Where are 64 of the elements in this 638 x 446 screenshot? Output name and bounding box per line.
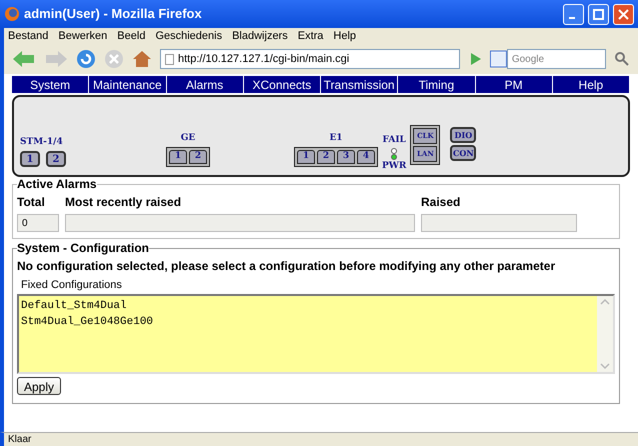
minimize-button[interactable] [563, 4, 584, 24]
menu-item[interactable]: Help [333, 28, 356, 44]
reload-icon[interactable] [76, 49, 96, 69]
configuration-list[interactable]: Default_Stm4Dual Stm4Dual_Ge1048Ge100 [17, 294, 615, 374]
jack-port[interactable]: 2 [189, 150, 207, 164]
back-arrow-icon[interactable] [12, 50, 36, 68]
scrollbar[interactable] [597, 296, 613, 372]
status-bar: Klaar [0, 432, 638, 446]
nav-tab[interactable]: Maintenance [89, 76, 166, 93]
maximize-icon [593, 8, 604, 20]
close-button[interactable] [613, 4, 634, 24]
nav-tab[interactable]: XConnects [244, 76, 321, 93]
scroll-down-icon[interactable] [600, 362, 610, 370]
port-button[interactable]: 1 [20, 151, 40, 167]
jack-port[interactable]: 4 [357, 150, 375, 164]
address-field[interactable]: http://10.127.127.1/cgi-bin/main.cgi [160, 49, 460, 69]
menu-item[interactable]: Beeld [117, 28, 146, 44]
menu-item[interactable]: Bladwijzers [232, 28, 288, 44]
port-button[interactable]: 2 [46, 151, 66, 167]
maximize-button[interactable] [588, 4, 609, 24]
go-icon[interactable] [468, 52, 482, 66]
menu-item[interactable]: Bewerken [58, 28, 108, 44]
list-label: Fixed Configurations [21, 278, 123, 293]
port-label: STM-1/4 [20, 136, 64, 148]
browser-logo-icon [4, 6, 20, 22]
minimize-icon [569, 16, 575, 18]
port-button[interactable]: DIO [450, 127, 476, 143]
menu-item[interactable]: Geschiedenis [155, 28, 222, 44]
apply-button[interactable]: Apply [17, 376, 62, 394]
nav-tab[interactable]: System [12, 76, 90, 93]
menu-item[interactable]: Extra [298, 28, 324, 44]
warning-message: No configuration selected, please select a configuration before modifying any other parameter [17, 258, 556, 275]
port-label: E1 [329, 132, 343, 144]
jack-port[interactable]: 1 [297, 150, 315, 164]
port-label: GE [180, 132, 196, 144]
list-option[interactable]: Default_Stm4Dual [21, 298, 595, 314]
address-text: http://10.127.127.1/cgi-bin/main.cgi [178, 52, 350, 67]
nav-tab[interactable]: Timing [398, 76, 476, 93]
search-icon[interactable] [614, 51, 630, 67]
port-button[interactable]: CON [450, 145, 476, 161]
jack-port[interactable]: 1 [169, 150, 187, 164]
jack-port[interactable]: 3 [337, 150, 355, 164]
nav-tab[interactable]: Alarms [166, 76, 244, 93]
port-label: PWR [382, 160, 406, 172]
home-icon[interactable] [132, 49, 152, 69]
nav-tab[interactable]: Transmission [321, 76, 398, 93]
close-icon [618, 8, 629, 20]
scroll-up-icon[interactable] [600, 298, 610, 306]
column-header: Raised [421, 194, 462, 211]
total-field: 0 [17, 214, 59, 232]
page-icon [165, 54, 174, 64]
nav-tab[interactable]: Help [552, 76, 630, 93]
search-field[interactable]: Google [506, 49, 606, 69]
list-option[interactable]: Stm4Dual_Ge1048Ge100 [21, 314, 595, 330]
column-header: Most recently raised [65, 194, 182, 211]
nav-tab[interactable]: PM [476, 76, 553, 93]
port-label: FAIL [382, 134, 406, 147]
menu-item[interactable]: Bestand [8, 28, 48, 44]
window-title: admin(User) - Mozilla Firefox [24, 5, 203, 24]
search-engine-icon[interactable] [490, 49, 507, 69]
group-title: Active Alarms [17, 176, 97, 193]
column-header: Total [17, 194, 46, 211]
group-title: System - Configuration [17, 240, 150, 257]
jack-port[interactable]: 2 [317, 150, 335, 164]
